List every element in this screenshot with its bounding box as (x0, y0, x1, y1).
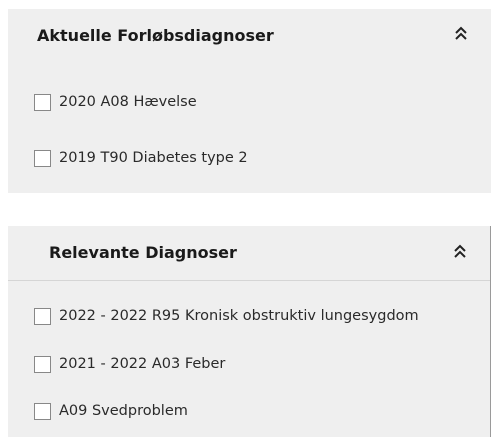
diagnosis-label: A09 Svedproblem (59, 403, 188, 419)
list-item[interactable]: 2022 - 2022 R95 Kronisk obstruktiv lunge… (34, 305, 490, 327)
checkbox[interactable] (34, 355, 51, 373)
panel-header: Aktuelle Forløbsdiagnoser (8, 9, 491, 64)
diagnosis-label: 2019 T90 Diabetes type 2 (59, 150, 248, 166)
diagnosis-label: 2022 - 2022 R95 Kronisk obstruktiv lunge… (59, 308, 419, 324)
list-item[interactable]: A09 Svedproblem (34, 400, 490, 422)
relevant-diagnoses-panel: Relevante Diagnoser 2022 - 2022 R95 Kron… (8, 226, 491, 437)
list-item[interactable]: 2020 A08 Hævelse (34, 91, 491, 113)
double-chevron-up-icon[interactable] (452, 241, 468, 263)
list-item[interactable]: 2021 - 2022 A03 Feber (34, 353, 490, 375)
checkbox[interactable] (34, 402, 51, 420)
current-course-diagnoses-panel: Aktuelle Forløbsdiagnoser 2020 A08 Hævel… (8, 9, 491, 193)
panel-header: Relevante Diagnoser (8, 226, 490, 281)
double-chevron-up-icon[interactable] (453, 23, 469, 45)
checkbox[interactable] (34, 93, 51, 111)
checkbox[interactable] (34, 307, 51, 325)
list-item[interactable]: 2019 T90 Diabetes type 2 (34, 147, 491, 169)
checkbox[interactable] (34, 149, 51, 167)
panel-title: Relevante Diagnoser (49, 243, 237, 262)
diagnosis-label: 2020 A08 Hævelse (59, 94, 197, 110)
panel-title: Aktuelle Forløbsdiagnoser (37, 26, 274, 45)
diagnosis-label: 2021 - 2022 A03 Feber (59, 356, 226, 372)
